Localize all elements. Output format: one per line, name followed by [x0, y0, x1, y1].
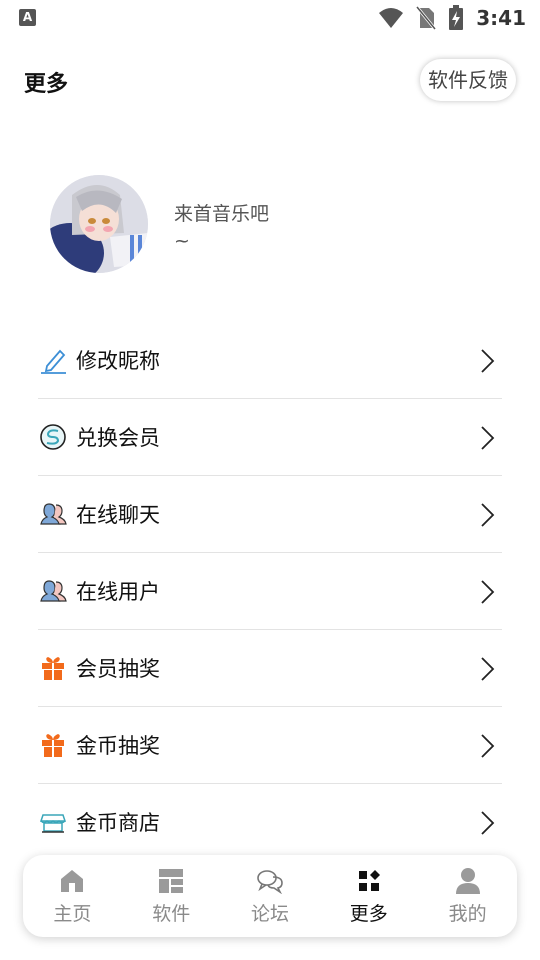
redeem-icon — [38, 422, 68, 452]
profile-signature: ~ — [174, 230, 190, 252]
menu-item-label: 在线用户 — [76, 580, 160, 604]
nav-item-home[interactable]: 主页 — [23, 855, 122, 937]
nav-item-more[interactable]: 更多 — [319, 855, 418, 937]
profile-name: 来首音乐吧 — [174, 203, 270, 225]
avatar[interactable] — [50, 175, 148, 273]
nav-item-software[interactable]: 软件 — [122, 855, 221, 937]
header: 更多 软件反馈 — [0, 54, 540, 110]
menu-item-edit-nickname[interactable]: 修改昵称 — [38, 322, 502, 399]
feedback-button[interactable]: 软件反馈 — [420, 59, 516, 101]
status-bar: A 3:41 — [0, 0, 540, 36]
apps-icon — [157, 867, 185, 895]
nav-label: 我的 — [448, 903, 487, 925]
settings-menu: 修改昵称 兑换会员 在线聊天 在线用户 会员抽奖 金币抽奖 金币商店 — [38, 322, 502, 860]
nav-label: 主页 — [53, 903, 92, 925]
chevron-right-icon — [481, 657, 495, 681]
menu-item-label: 兑换会员 — [76, 426, 160, 450]
chevron-right-icon — [481, 349, 495, 373]
nav-label: 论坛 — [250, 903, 289, 925]
avatar-image — [50, 175, 148, 273]
more-icon — [355, 867, 383, 895]
battery-charging-icon — [449, 5, 464, 30]
chevron-right-icon — [481, 503, 495, 527]
page-title: 更多 — [24, 72, 69, 97]
menu-item-coin-lottery[interactable]: 金币抽奖 — [38, 707, 502, 784]
menu-item-label: 金币商店 — [76, 811, 160, 835]
profile-icon — [454, 867, 482, 895]
status-time: 3:41 — [476, 6, 526, 30]
nav-label: 软件 — [152, 903, 191, 925]
nav-item-profile[interactable]: 我的 — [418, 855, 517, 937]
nav-item-forum[interactable]: 论坛 — [221, 855, 320, 937]
gift-icon — [38, 653, 68, 683]
users-icon — [38, 576, 68, 606]
edit-icon — [38, 345, 68, 375]
menu-item-label: 金币抽奖 — [76, 734, 160, 758]
menu-item-label: 会员抽奖 — [76, 657, 160, 681]
menu-item-label: 修改昵称 — [76, 349, 160, 373]
menu-item-member-lottery[interactable]: 会员抽奖 — [38, 630, 502, 707]
profile-card[interactable]: 来首音乐吧 ~ — [0, 172, 540, 282]
notification-icon: A — [19, 9, 36, 26]
menu-item-online-users[interactable]: 在线用户 — [38, 553, 502, 630]
menu-item-label: 在线聊天 — [76, 503, 160, 527]
shop-icon — [38, 807, 68, 837]
bottom-nav: 主页 软件 论坛 更多 我的 — [23, 855, 517, 937]
status-icons: 3:41 — [378, 5, 526, 31]
nav-label: 更多 — [349, 903, 388, 925]
forum-icon — [256, 867, 284, 895]
wifi-icon — [379, 8, 404, 28]
home-icon — [58, 867, 86, 895]
menu-item-online-chat[interactable]: 在线聊天 — [38, 476, 502, 553]
chevron-right-icon — [481, 426, 495, 450]
chevron-right-icon — [481, 580, 495, 604]
menu-item-coin-shop[interactable]: 金币商店 — [38, 784, 502, 860]
gift-icon — [38, 730, 68, 760]
no-sim-icon — [416, 6, 437, 30]
chevron-right-icon — [481, 734, 495, 758]
users-icon — [38, 499, 68, 529]
chevron-right-icon — [481, 811, 495, 835]
menu-item-redeem-membership[interactable]: 兑换会员 — [38, 399, 502, 476]
